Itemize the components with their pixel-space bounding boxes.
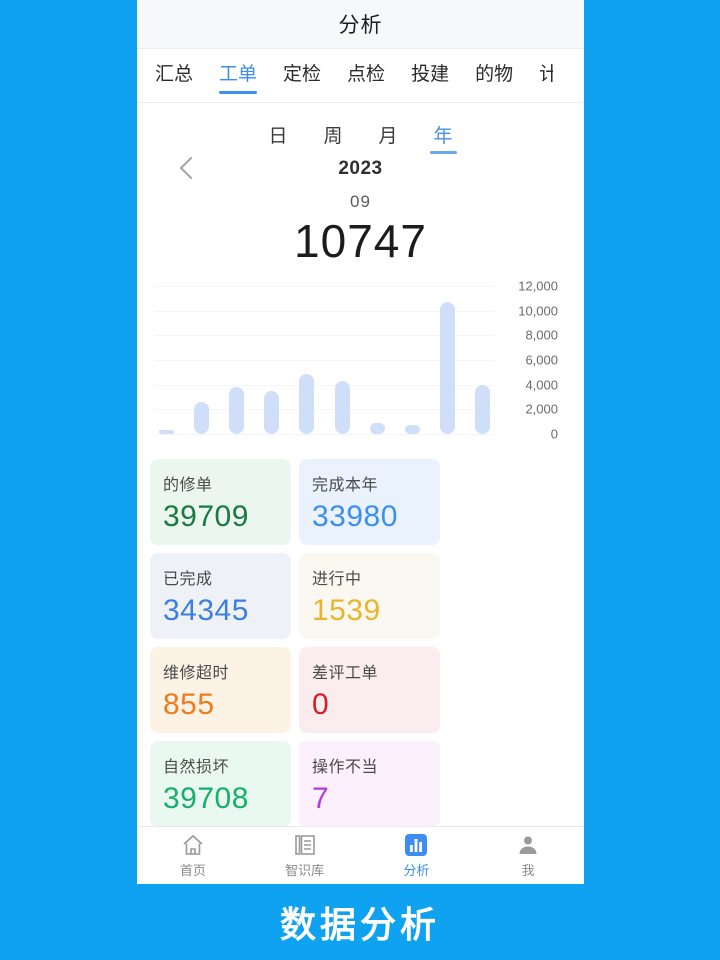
tab-6[interactable]: 的物 xyxy=(475,59,513,92)
stat-card-grid: 的修单 39709 完成本年 33980 已完成 34345 进行中 1539 维修超时 855 差… xyxy=(137,451,584,884)
stat-card[interactable]: 自然损坏 39708 xyxy=(150,741,291,827)
stat-card[interactable]: 维修超时 855 xyxy=(150,647,291,733)
home-icon xyxy=(181,833,205,857)
y-axis-tick: 6,000 xyxy=(525,352,558,368)
tab-3[interactable]: 定检 xyxy=(283,59,321,92)
bar-chart: 12,000 10,000 8,000 6,000 4,000 2,000 0 xyxy=(137,276,584,451)
y-axis-tick: 8,000 xyxy=(525,327,558,343)
caption-text: 数据分析 xyxy=(279,904,440,945)
stat-card-label: 操作不当 xyxy=(312,759,379,776)
tab-5[interactable]: 投建 xyxy=(411,59,449,92)
nav-item-label: 首页 xyxy=(179,862,206,878)
period-option-1[interactable]: 日 xyxy=(268,121,287,154)
selected-year: 2023 xyxy=(338,158,383,179)
chart-bar xyxy=(229,387,245,434)
y-axis-tick: 10,000 xyxy=(518,303,558,319)
stat-card[interactable]: 操作不当 7 xyxy=(299,741,440,827)
chart-bar xyxy=(264,390,280,434)
phone-screen: 分析 汇总 工单 定检 点检 投建 的物计 日 周 月年 2023 09 10747 12,0… xyxy=(137,0,584,884)
chart-bar xyxy=(404,425,420,434)
chart-bar xyxy=(194,401,210,434)
y-axis-tick: 4,000 xyxy=(525,377,558,393)
nav-item-label: 我 xyxy=(521,862,535,878)
category-tab-bar[interactable]: 汇总 工单 定检 点检 投建 的物计 xyxy=(137,49,584,103)
tab-4[interactable]: 点检 xyxy=(347,59,385,92)
caption-band: 数据分析 xyxy=(0,884,720,960)
stat-card[interactable]: 进行中 1539 xyxy=(299,553,440,639)
stat-card-value: 7 xyxy=(312,782,330,815)
tab-2[interactable]: 工单 xyxy=(219,59,258,94)
stat-card-label: 的修单 xyxy=(163,477,213,494)
stat-card-value: 0 xyxy=(312,688,330,721)
stat-card-value: 39708 xyxy=(163,782,249,815)
stat-card[interactable]: 的修单 39709 xyxy=(150,459,291,545)
bar-chart-icon xyxy=(404,833,428,857)
selected-month: 09 xyxy=(350,192,371,211)
chart-bar xyxy=(299,373,315,434)
stat-card[interactable]: 完成本年 33980 xyxy=(299,459,440,545)
chart-bar xyxy=(159,430,174,434)
stat-card[interactable]: 已完成 34345 xyxy=(150,553,291,639)
chart-bar xyxy=(474,384,490,434)
stat-card-label: 差评工单 xyxy=(312,665,379,682)
stat-card-label: 完成本年 xyxy=(312,477,379,494)
tab-1[interactable]: 汇总 xyxy=(155,59,193,92)
nav-item-label: 分析 xyxy=(403,862,430,878)
tab-overflow-clipped[interactable]: 计 xyxy=(539,59,553,92)
page-title: 分析 xyxy=(338,14,383,37)
screenshot-root: 分析 汇总 工单 定检 点检 投建 的物计 日 周 月年 2023 09 10747 12,0… xyxy=(0,0,720,960)
app-header: 分析 xyxy=(137,0,584,49)
stat-card-label: 维修超时 xyxy=(163,665,230,682)
person-icon xyxy=(516,833,540,857)
nav-item-2[interactable]: 智识库 xyxy=(249,833,361,879)
nav-item-4[interactable]: 我 xyxy=(472,833,584,879)
stat-card-value: 33980 xyxy=(312,500,398,533)
period-option-4[interactable]: 年 xyxy=(429,121,457,154)
nav-item-label: 智识库 xyxy=(285,862,325,878)
stat-card-value: 39709 xyxy=(163,500,249,533)
chart-bars xyxy=(155,286,494,434)
chart-y-axis: 12,000 10,000 8,000 6,000 4,000 2,000 0 xyxy=(496,276,576,451)
nav-item-3[interactable]: 分析 xyxy=(361,833,473,879)
chart-bar xyxy=(369,422,385,434)
stat-card-label: 已完成 xyxy=(163,571,213,588)
stat-card-value: 855 xyxy=(163,688,215,721)
stat-card-label: 自然损坏 xyxy=(163,759,230,776)
y-axis-tick: 12,000 xyxy=(518,278,558,294)
period-option-2[interactable]: 周 xyxy=(323,121,342,154)
bottom-navigation[interactable]: 首页 智识库 分析 我 xyxy=(137,826,584,884)
stat-card-value: 34345 xyxy=(163,594,249,627)
total-value: 10747 xyxy=(294,215,427,267)
date-navigator: 2023 xyxy=(137,156,584,188)
stat-card-label: 进行中 xyxy=(312,571,362,588)
period-option-3[interactable]: 月 xyxy=(379,121,398,154)
stat-card[interactable]: 差评工单 0 xyxy=(299,647,440,733)
chart-bar xyxy=(439,302,455,434)
chart-plot-area xyxy=(155,286,494,435)
stat-card-value: 1539 xyxy=(312,594,381,627)
nav-item-1[interactable]: 首页 xyxy=(137,833,249,879)
y-axis-tick: 2,000 xyxy=(525,401,558,417)
chart-bar xyxy=(334,380,350,434)
period-selector[interactable]: 日 周 月年 xyxy=(137,103,584,158)
book-icon xyxy=(293,833,317,857)
y-axis-tick: 0 xyxy=(550,426,558,442)
chart-gridline xyxy=(155,434,494,435)
